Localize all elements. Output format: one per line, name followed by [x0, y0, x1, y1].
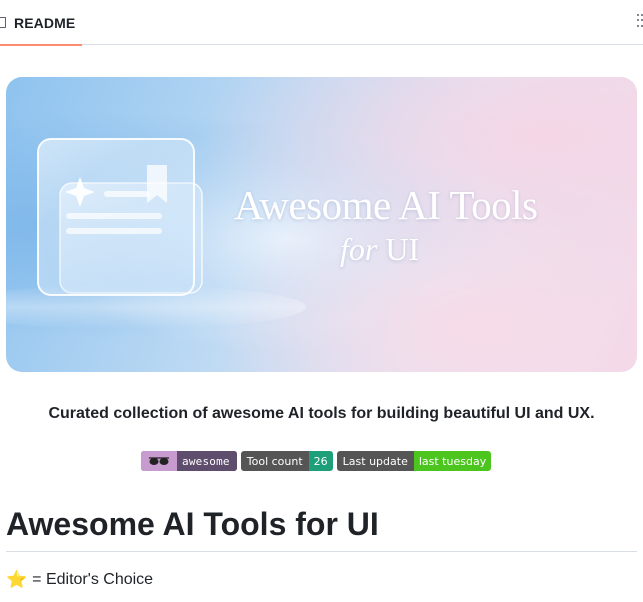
readme-tabbar: README — [0, 0, 643, 46]
tool-count-value: 26 — [308, 451, 333, 471]
heading-divider — [6, 551, 637, 552]
active-tab-underline — [0, 44, 82, 46]
outline-menu-icon[interactable] — [637, 14, 643, 28]
last-update-label: Last update — [336, 451, 414, 471]
editors-choice-legend: ⭐ = Editor's Choice — [6, 570, 153, 590]
last-update-value: last tuesday — [413, 451, 492, 471]
awesome-badge-value: awesome — [177, 451, 237, 471]
readme-tagline: Curated collection of awesome AI tools f… — [48, 405, 595, 422]
banner-title: Awesome AI Tools — [234, 182, 538, 228]
tab-readme[interactable]: README — [0, 0, 82, 46]
banner-image: Awesome AI Tools for UI — [6, 77, 637, 372]
sunglasses-icon — [141, 451, 177, 471]
badge-row: awesome Tool count 26 Last update last t… — [141, 451, 492, 471]
awesome-badge[interactable]: awesome — [141, 451, 237, 471]
book-icon — [0, 17, 6, 28]
tool-count-badge[interactable]: Tool count 26 — [240, 451, 333, 471]
banner-subtitle: for UI — [340, 231, 420, 267]
tool-count-label: Tool count — [240, 451, 309, 471]
tab-readme-label: README — [14, 14, 76, 31]
page-heading: Awesome AI Tools for UI — [6, 506, 379, 542]
legend-text: = Editor's Choice — [32, 571, 154, 588]
star-icon: ⭐ — [6, 570, 28, 589]
last-update-badge[interactable]: Last update last tuesday — [336, 451, 492, 471]
